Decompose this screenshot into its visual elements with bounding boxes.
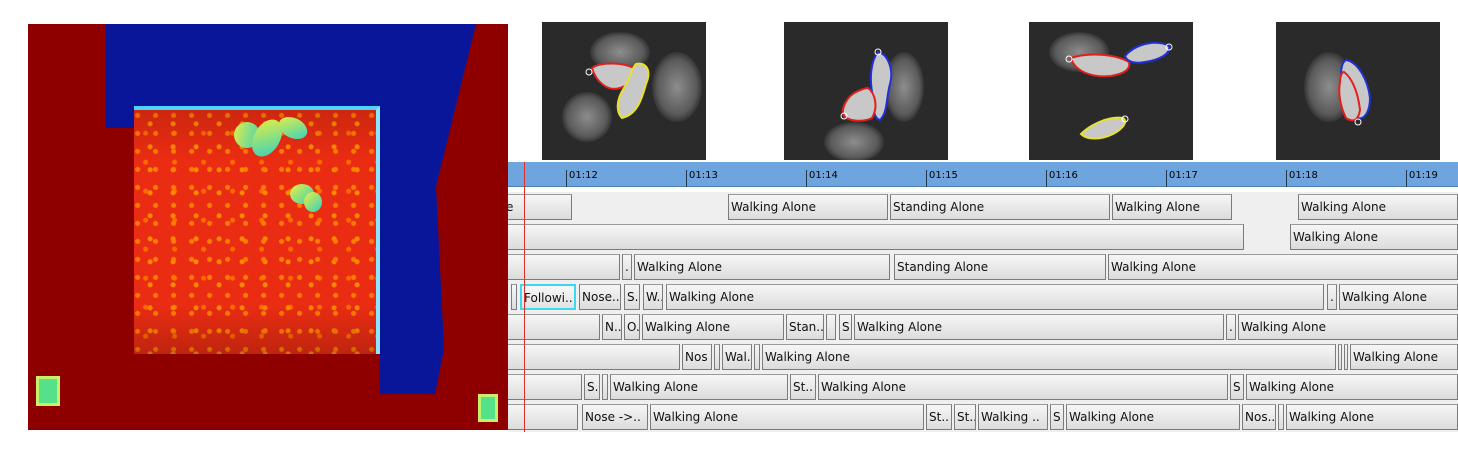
behavior-track: N.. O.. Walking Alone Stan.. S Walking A… [508,312,1458,342]
time-tick: 01:12 [566,170,598,187]
behavior-segment[interactable]: Walking Alone [1238,314,1458,340]
behavior-segment[interactable] [508,404,578,430]
behavior-segment[interactable]: Walking .. [978,404,1048,430]
behavior-segment[interactable]: one [508,194,572,220]
time-tick: 01:13 [686,170,718,187]
behavior-segment[interactable]: . [622,254,632,280]
behavior-track: Nose ->.. Walking Alone St.. St.. Walkin… [508,402,1458,432]
playhead-cursor[interactable] [524,162,525,432]
behavior-segment[interactable]: Walking Alone [1350,344,1458,370]
behavior-segment[interactable]: . [1226,314,1236,340]
behavior-segment[interactable] [508,344,680,370]
behavior-segment[interactable]: Nos [682,344,712,370]
heatmap-view [28,24,508,430]
behavior-segment[interactable]: Walking Alone [642,314,784,340]
behavior-segment[interactable]: Nose.. [579,284,621,310]
behavior-segment[interactable]: Nos.. [1242,404,1276,430]
behavior-segment[interactable] [1344,344,1348,370]
heatmap-marker [36,376,60,406]
behavior-segment[interactable] [511,284,517,310]
video-thumbnail[interactable] [1029,22,1193,160]
behavior-segment[interactable]: St.. [926,404,952,430]
behavior-segment[interactable] [714,344,720,370]
tracking-contours [585,62,650,120]
behavior-segment[interactable]: S [1050,404,1064,430]
heatmap-marker [478,394,498,422]
behavior-segment[interactable]: . [1327,284,1337,310]
behavior-segment[interactable]: Walking Alone [728,194,888,220]
behavior-segment[interactable]: Walking Alone [1108,254,1458,280]
behavior-segment[interactable] [508,224,1244,250]
behavior-segment[interactable]: Walking Alone [634,254,890,280]
behavior-segment[interactable]: Wal.. [722,344,752,370]
behavior-segment[interactable]: Standing Alone [890,194,1110,220]
time-tick: 01:15 [926,170,958,187]
behavior-track: . Walking Alone Standing Alone Walking A… [508,252,1458,282]
time-tick: 01:16 [1046,170,1078,187]
behavior-track: Walking Alone [508,222,1458,252]
behavior-segment[interactable]: Walking Alone [854,314,1224,340]
behavior-segment[interactable] [602,374,608,400]
behavior-segment[interactable]: Walking Alone [610,374,788,400]
tracking-contours [1338,58,1372,126]
behavior-segment[interactable]: Walking Alone [666,284,1324,310]
behavior-segment[interactable]: Followi.. [520,284,576,310]
behavior-segment[interactable]: Nose ->.. [582,404,648,430]
behavior-segment[interactable]: Walking Alone [1298,194,1458,220]
behavior-segment[interactable]: Walking Alone [1339,284,1458,310]
behavior-segment[interactable]: O.. [624,314,640,340]
time-tick: 01:18 [1286,170,1318,187]
behavior-segment[interactable] [1278,404,1284,430]
behavior-segment[interactable] [1338,344,1342,370]
behavior-segment[interactable]: Walking Alone [1246,374,1458,400]
heatmap-region [28,24,106,52]
video-thumbnail[interactable] [542,22,706,160]
behavior-track: S.. Walking Alone St.. Walking Alone S W… [508,372,1458,402]
behavior-track: Followi.. Nose.. S.. W.. Walking Alone .… [508,282,1458,312]
behavior-segment[interactable]: St.. [954,404,976,430]
behavior-segment[interactable]: S [839,314,852,340]
behavior-segment[interactable]: Walking Alone [1290,224,1458,250]
behavior-segment[interactable]: Walking Alone [1286,404,1458,430]
time-tick: 01:19 [1406,170,1438,187]
behavior-segment[interactable] [508,314,600,340]
behavior-segment[interactable]: Standing Alone [894,254,1106,280]
behavior-segment[interactable]: S [1230,374,1244,400]
behavior-segment[interactable]: S.. [624,284,640,310]
heatmap-animal [304,192,322,212]
behavior-segment[interactable]: Stan.. [786,314,824,340]
behavior-track: Nos Wal.. Walking Alone Walking Alone [508,342,1458,372]
time-tick: 01:17 [1166,170,1198,187]
behavior-segment[interactable] [508,374,582,400]
behavior-segment[interactable]: St.. [790,374,816,400]
tracking-contours [1065,41,1173,140]
behavior-segment[interactable]: Walking Alone [650,404,924,430]
behavior-segment[interactable]: S.. [584,374,600,400]
behavior-segment[interactable] [754,344,760,370]
behavior-segment[interactable] [826,314,836,340]
video-thumbnail[interactable] [1276,22,1440,160]
video-thumbnail[interactable] [784,22,948,160]
time-tick: 01:14 [806,170,838,187]
behavior-segment[interactable]: Walking Alone [1112,194,1232,220]
behavior-timeline[interactable]: 01:12 01:13 01:14 01:15 01:16 01:17 01:1… [508,162,1458,432]
behavior-segment[interactable]: Walking Alone [1066,404,1240,430]
behavior-segment[interactable]: N.. [602,314,622,340]
behavior-track: one Walking Alone Standing Alone Walking… [508,192,1458,222]
tracking-contours [840,48,893,122]
behavior-segment[interactable]: Walking Alone [818,374,1228,400]
behavior-segment[interactable]: Walking Alone [762,344,1336,370]
time-ruler[interactable]: 01:12 01:13 01:14 01:15 01:16 01:17 01:1… [508,162,1458,187]
behavior-segment[interactable]: W.. [643,284,663,310]
